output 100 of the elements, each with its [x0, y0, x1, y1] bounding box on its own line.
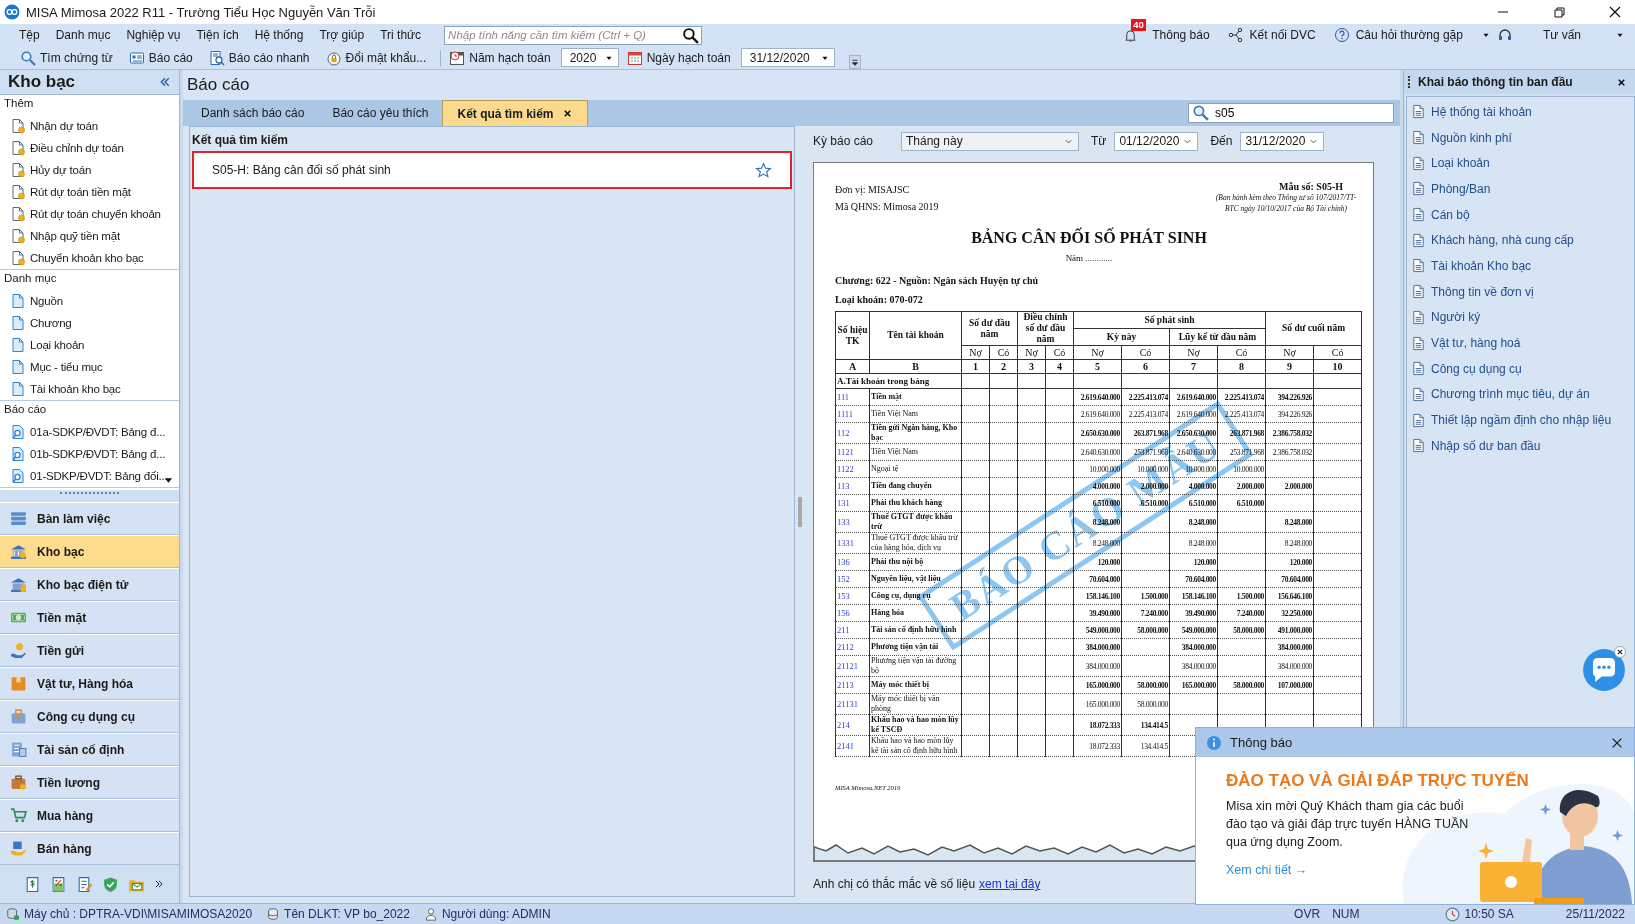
setup-link[interactable]: Hệ thống tài khoản	[1407, 99, 1634, 125]
toolbar-button[interactable]: Báo cáo	[122, 48, 199, 67]
date-dropdown[interactable]: 31/12/2020	[740, 48, 835, 67]
close-icon[interactable]	[1607, 4, 1623, 20]
search-icon[interactable]	[682, 26, 700, 44]
tab[interactable]: Kết quả tìm kiếm	[442, 100, 588, 126]
account-code: 2112	[835, 638, 870, 656]
account-code: 136	[835, 553, 870, 571]
toolbar-button[interactable]: Báo cáo nhanh	[202, 48, 316, 67]
overflow-icon[interactable]	[848, 54, 861, 69]
nav-button[interactable]: Vật tư, Hàng hóa	[0, 667, 179, 700]
setup-link[interactable]: Phòng/Ban	[1407, 176, 1634, 202]
close-icon[interactable]	[1616, 76, 1627, 88]
hand-coin-icon	[10, 642, 27, 659]
sidebar-item[interactable]: Rút dự toán tiền mặt	[0, 181, 179, 203]
account-name: Tiền Việt Nam	[869, 405, 962, 423]
restore-icon[interactable]	[1551, 4, 1567, 20]
nav-button[interactable]: Công cụ dụng cụ	[0, 700, 179, 733]
search-field[interactable]: Nhập tính năng cần tìm kiếm (Ctrl + Q)	[444, 25, 703, 45]
network-icon[interactable]	[1227, 27, 1244, 43]
menu-item[interactable]: Tiện ích	[191, 28, 244, 42]
nav-button[interactable]: Mua hàng	[0, 799, 179, 832]
group-header: Danh mục	[3, 271, 58, 286]
info-icon	[1206, 734, 1222, 751]
setup-link[interactable]: Loại khoản	[1407, 150, 1634, 177]
setup-link[interactable]: Thiết lập ngầm định cho nhập liệu	[1407, 407, 1634, 433]
sidebar-item[interactable]: Hủy dự toán	[0, 159, 179, 181]
more-icon[interactable]	[154, 879, 164, 889]
close-icon[interactable]	[561, 108, 573, 119]
tab[interactable]: Danh sách báo cáo	[187, 100, 319, 126]
sidebar-item[interactable]: Chuyển khoản kho bạc	[0, 247, 179, 269]
tab[interactable]: Báo cáo yêu thích	[318, 100, 443, 126]
sidebar-item[interactable]: Điều chỉnh dự toán	[0, 137, 179, 159]
briefcase-icon	[10, 774, 27, 791]
nav-button[interactable]: Tiền lương	[0, 766, 179, 799]
nav-button[interactable]: Kho bạc	[0, 535, 179, 568]
setup-link[interactable]: Vật tư, hàng hoá	[1407, 330, 1634, 356]
details-link[interactable]: Xem chi tiết →	[1226, 863, 1308, 877]
date-field[interactable]: 31/12/2020	[1240, 131, 1325, 151]
menu-item[interactable]: Tri thức	[375, 28, 427, 42]
search-field[interactable]: s05	[1188, 103, 1394, 123]
close-icon[interactable]	[1614, 646, 1626, 658]
document-percent-icon[interactable]	[50, 875, 67, 893]
sidebar-item[interactable]: 01b-SDKP/ĐVDT: Bảng đ...	[0, 443, 179, 465]
setup-link[interactable]: Nguồn kinh phí	[1407, 124, 1634, 151]
sidebar-item[interactable]: Nhận dự toán	[0, 115, 179, 137]
collapse-icon[interactable]	[159, 76, 171, 88]
setup-link[interactable]: Thông tin về đơn vị	[1407, 278, 1634, 305]
account-code: 1111	[835, 405, 870, 423]
nav-button[interactable]: Tiền mặt	[0, 601, 179, 634]
account-code: 2141	[835, 735, 870, 757]
menu-item[interactable]: Tệp	[14, 28, 45, 42]
setup-link[interactable]: Chương trình mục tiêu, dự án	[1407, 381, 1634, 408]
setup-link[interactable]: Tài khoản Kho bạc	[1407, 253, 1634, 279]
help-icon[interactable]	[1333, 27, 1350, 43]
setup-link[interactable]: Công cụ dụng cụ	[1407, 355, 1634, 382]
toolbar-button[interactable]: Đổi mật khẩu...	[319, 48, 433, 67]
document-dollar-icon[interactable]	[24, 875, 41, 893]
document-icon	[10, 337, 26, 353]
sidebar-item[interactable]: Loại khoản	[0, 334, 179, 356]
setup-link[interactable]: Cán bộ	[1407, 201, 1634, 228]
splitter-handle[interactable]	[798, 496, 802, 527]
result-item[interactable]: S05-H: Bảng cân đối số phát sinh	[192, 151, 792, 189]
nav-button[interactable]: Kho bạc điện tử	[0, 568, 179, 601]
shield-check-icon[interactable]	[102, 875, 119, 893]
sidebar-item[interactable]: 01a-SDKP/ĐVDT: Bảng đ...	[0, 421, 179, 443]
faq-link[interactable]: Câu hỏi thường gặp	[1355, 28, 1463, 42]
toolbar-button[interactable]: Tìm chứng từ	[14, 48, 119, 67]
menu-item[interactable]: Trợ giúp	[314, 28, 370, 42]
nav-button[interactable]: Bán hàng	[0, 832, 179, 865]
menu-item[interactable]: Hệ thống	[249, 28, 309, 42]
nav-button[interactable]: Bàn làm việc	[0, 502, 179, 535]
headset-icon[interactable]	[1496, 27, 1513, 43]
bell-icon[interactable]	[1123, 27, 1139, 43]
help-link[interactable]: xem tại đây	[979, 877, 1041, 891]
setup-link[interactable]: Người ký	[1407, 304, 1634, 331]
document-coin-icon	[10, 250, 26, 266]
nav-button[interactable]: Tiền gửi	[0, 634, 179, 667]
sidebar-item[interactable]: Mục - tiểu mục	[0, 356, 179, 378]
account-name: Phải thu nội bộ	[869, 553, 962, 571]
setup-link[interactable]: Nhập số dư ban đầu	[1407, 432, 1634, 459]
sidebar-item[interactable]: Chương	[0, 312, 179, 334]
sidebar-item[interactable]: 01-SDKP/ĐVDT: Bảng đối...	[0, 465, 179, 487]
setup-link[interactable]: Khách hàng, nhà cung cấp	[1407, 227, 1634, 254]
menu-item[interactable]: Nghiệp vụ	[121, 28, 186, 42]
sidebar-item[interactable]: Tài khoản kho bạc	[0, 378, 179, 400]
document-pen-icon[interactable]	[76, 875, 93, 893]
sidebar-item[interactable]: Rút dự toán chuyển khoản	[0, 203, 179, 225]
connect-link[interactable]: Kết nối DVC	[1249, 28, 1316, 42]
consult-link[interactable]: Tư vấn	[1542, 28, 1581, 42]
document-coin-icon	[10, 206, 26, 222]
period-dropdown[interactable]: Tháng này	[901, 131, 1079, 151]
year-dropdown[interactable]: 2020	[560, 48, 619, 67]
date-field[interactable]: 01/12/2020	[1114, 131, 1199, 151]
menu-item[interactable]: Danh mục	[50, 28, 116, 42]
sidebar-item[interactable]: Nguồn	[0, 290, 179, 312]
notifications-link[interactable]: Thông báo	[1152, 28, 1210, 42]
nav-button[interactable]: Tài sản cố định	[0, 733, 179, 766]
sidebar-item[interactable]: Nhập quỹ tiền mặt	[0, 225, 179, 247]
star-icon[interactable]	[755, 161, 772, 179]
